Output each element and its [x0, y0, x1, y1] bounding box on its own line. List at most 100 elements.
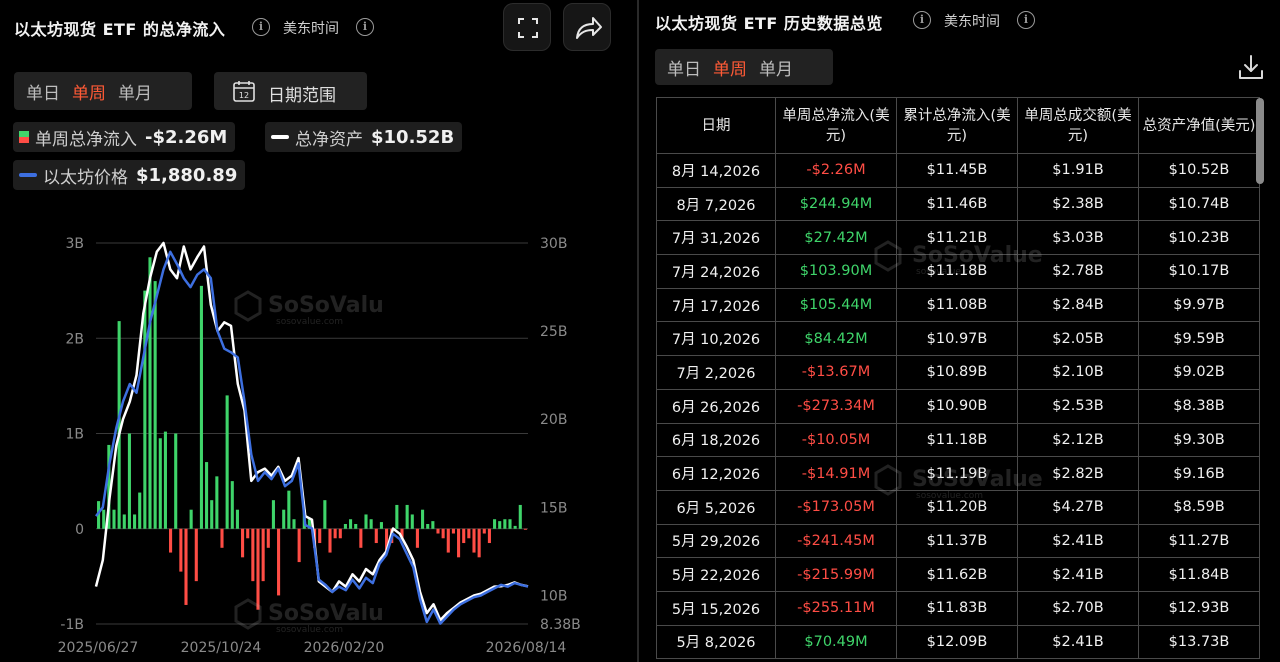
cell-weekly-net-flow: $244.94M	[775, 186, 897, 222]
date-range-button[interactable]: 12 日期范围	[214, 72, 367, 110]
cell-weekly-net-flow: -$255.11M	[775, 590, 897, 626]
flow-bar	[405, 504, 409, 529]
table-row[interactable]: 8月 7,2026 $244.94M $11.46B $2.38B $10.74B	[656, 186, 1260, 222]
cell-weekly-volume: $2.41B	[1017, 557, 1139, 592]
table-timezone-info-icon[interactable]: i	[1017, 11, 1035, 29]
download-icon[interactable]	[1236, 52, 1266, 82]
table-tab-monthly[interactable]: 单月	[753, 55, 799, 80]
legend-net-flow-value: -$2.26M	[145, 126, 228, 148]
flow-bar	[431, 521, 435, 529]
cell-weekly-volume: $4.27B	[1017, 489, 1139, 525]
table-row[interactable]: 6月 26,2026 -$273.34M $10.90B $2.53B $8.38B	[656, 388, 1260, 424]
flow-bar	[379, 522, 383, 529]
cell-weekly-net-flow: -$173.05M	[775, 489, 897, 525]
legend-net-assets[interactable]: 总净资产 $10.52B	[265, 122, 463, 152]
cell-cumulative-net-flow: $12.09B	[896, 624, 1018, 660]
table-header-row: 日期 单周总净流入(美元) 累计总净流入(美元) 单周总成交额(美元) 总资产净…	[656, 97, 1260, 154]
cell-cumulative-net-flow: $11.45B	[896, 153, 1018, 188]
cell-date: 5月 22,2026	[656, 557, 776, 592]
flow-bar	[297, 528, 301, 563]
flow-bar	[174, 433, 178, 529]
table-panel-title: 以太坊现货 ETF 历史数据总览	[655, 14, 883, 33]
left-axis-tick-label: 0	[75, 522, 84, 538]
cell-weekly-net-flow: -$273.34M	[775, 388, 897, 424]
flow-bar	[415, 528, 419, 548]
eth-price-line	[95, 250, 529, 625]
table-row[interactable]: 5月 15,2026 -$255.11M $11.83B $2.70B $12.93B	[656, 590, 1260, 626]
table-info-icon[interactable]: i	[913, 11, 931, 29]
flow-bar	[462, 528, 466, 544]
tab-daily[interactable]: 单日	[20, 79, 66, 104]
flow-bar	[318, 528, 322, 544]
cell-total-nav: $8.59B	[1138, 489, 1260, 525]
cell-weekly-volume: $3.03B	[1017, 220, 1139, 256]
flow-bar	[369, 519, 373, 529]
flow-bar	[513, 525, 517, 529]
flow-bar	[112, 509, 116, 529]
flow-bar	[158, 438, 162, 529]
timezone-info-icon[interactable]: i	[356, 18, 374, 36]
table-row[interactable]: 7月 31,2026 $27.42M $11.21B $3.03B $10.23B	[656, 220, 1260, 256]
cell-date: 6月 5,2026	[656, 489, 776, 525]
flow-bar	[359, 528, 363, 548]
cell-cumulative-net-flow: $11.20B	[896, 489, 1018, 525]
table-timezone-label: 美东时间	[944, 14, 1000, 30]
table-row[interactable]: 6月 18,2026 -$10.05M $11.18B $2.12B $9.30B	[656, 422, 1260, 458]
cell-cumulative-net-flow: $11.46B	[896, 186, 1018, 222]
table-row[interactable]: 7月 2,2026 -$13.67M $10.89B $2.10B $9.02B	[656, 355, 1260, 390]
table-row[interactable]: 5月 8,2026 $70.49M $12.09B $2.41B $13.73B	[656, 624, 1260, 660]
table-row[interactable]: 7月 17,2026 $105.44M $11.08B $2.84B $9.97B	[656, 287, 1260, 323]
flow-bar	[235, 509, 239, 529]
cell-weekly-net-flow: -$241.45M	[775, 523, 897, 559]
cell-total-nav: $10.17B	[1138, 254, 1260, 289]
col-total-nav[interactable]: 总资产净值(美元)	[1138, 97, 1260, 154]
col-weekly-volume[interactable]: 单周总成交额(美元)	[1017, 97, 1139, 154]
col-date[interactable]: 日期	[656, 97, 776, 154]
table-tab-weekly[interactable]: 单周	[707, 55, 753, 80]
tab-monthly[interactable]: 单月	[112, 79, 158, 104]
fullscreen-button[interactable]	[503, 3, 551, 51]
table-row[interactable]: 5月 29,2026 -$241.45M $11.37B $2.41B $11.27B	[656, 523, 1260, 559]
col-weekly-net-flow[interactable]: 单周总净流入(美元)	[775, 97, 897, 154]
flow-bar	[205, 462, 209, 529]
legend-eth-price-label: 以太坊价格	[43, 167, 128, 188]
flow-bar	[446, 528, 450, 553]
cell-cumulative-net-flow: $11.83B	[896, 590, 1018, 626]
table-row[interactable]: 5月 22,2026 -$215.99M $11.62B $2.41B $11.84B	[656, 557, 1260, 592]
table-row[interactable]: 7月 24,2026 $103.90M $11.18B $2.78B $10.17B	[656, 254, 1260, 289]
share-icon	[576, 17, 602, 39]
cell-weekly-volume: $1.91B	[1017, 153, 1139, 188]
cell-total-nav: $11.84B	[1138, 557, 1260, 592]
cell-weekly-volume: $2.41B	[1017, 523, 1139, 559]
left-axis-tick-label: 1B	[65, 427, 84, 443]
table-scrollbar[interactable]	[1256, 98, 1264, 184]
cell-total-nav: $9.30B	[1138, 422, 1260, 458]
flow-bar	[503, 519, 507, 529]
table-row[interactable]: 7月 10,2026 $84.42M $10.97B $2.05B $9.59B	[656, 321, 1260, 357]
cell-date: 5月 29,2026	[656, 523, 776, 559]
col-cumulative-net-flow[interactable]: 累计总净流入(美元)	[896, 97, 1018, 154]
info-icon[interactable]: i	[252, 18, 270, 36]
chart-panel-title: 以太坊现货 ETF 的总净流入	[14, 20, 226, 39]
flow-bar	[472, 528, 476, 553]
legend-net-flow[interactable]: 单周总净流入 -$2.26M	[13, 122, 236, 152]
cell-weekly-volume: $2.78B	[1017, 254, 1139, 289]
flow-bar	[343, 523, 347, 529]
legend-eth-price[interactable]: 以太坊价格 $1,880.89	[13, 160, 246, 190]
cell-total-nav: $13.73B	[1138, 624, 1260, 660]
flow-bar	[477, 528, 481, 558]
tab-weekly[interactable]: 单周	[66, 79, 112, 104]
table-tab-daily[interactable]: 单日	[661, 55, 707, 80]
share-button[interactable]	[563, 3, 611, 51]
legend-net-assets-value: $10.52B	[371, 126, 455, 148]
table-row[interactable]: 8月 14,2026 -$2.26M $11.45B $1.91B $10.52B	[656, 153, 1260, 188]
table-row[interactable]: 6月 5,2026 -$173.05M $11.20B $4.27B $8.59B	[656, 489, 1260, 525]
cell-total-nav: $9.02B	[1138, 355, 1260, 390]
flow-bar	[410, 514, 414, 529]
cell-weekly-net-flow: -$2.26M	[775, 153, 897, 188]
flow-bar	[184, 528, 188, 605]
table-period-segment: 单日 单周 单月	[655, 49, 833, 85]
cell-date: 7月 10,2026	[656, 321, 776, 357]
table-row[interactable]: 6月 12,2026 -$14.91M $11.19B $2.82B $9.16B	[656, 456, 1260, 491]
flow-bar	[323, 500, 327, 529]
